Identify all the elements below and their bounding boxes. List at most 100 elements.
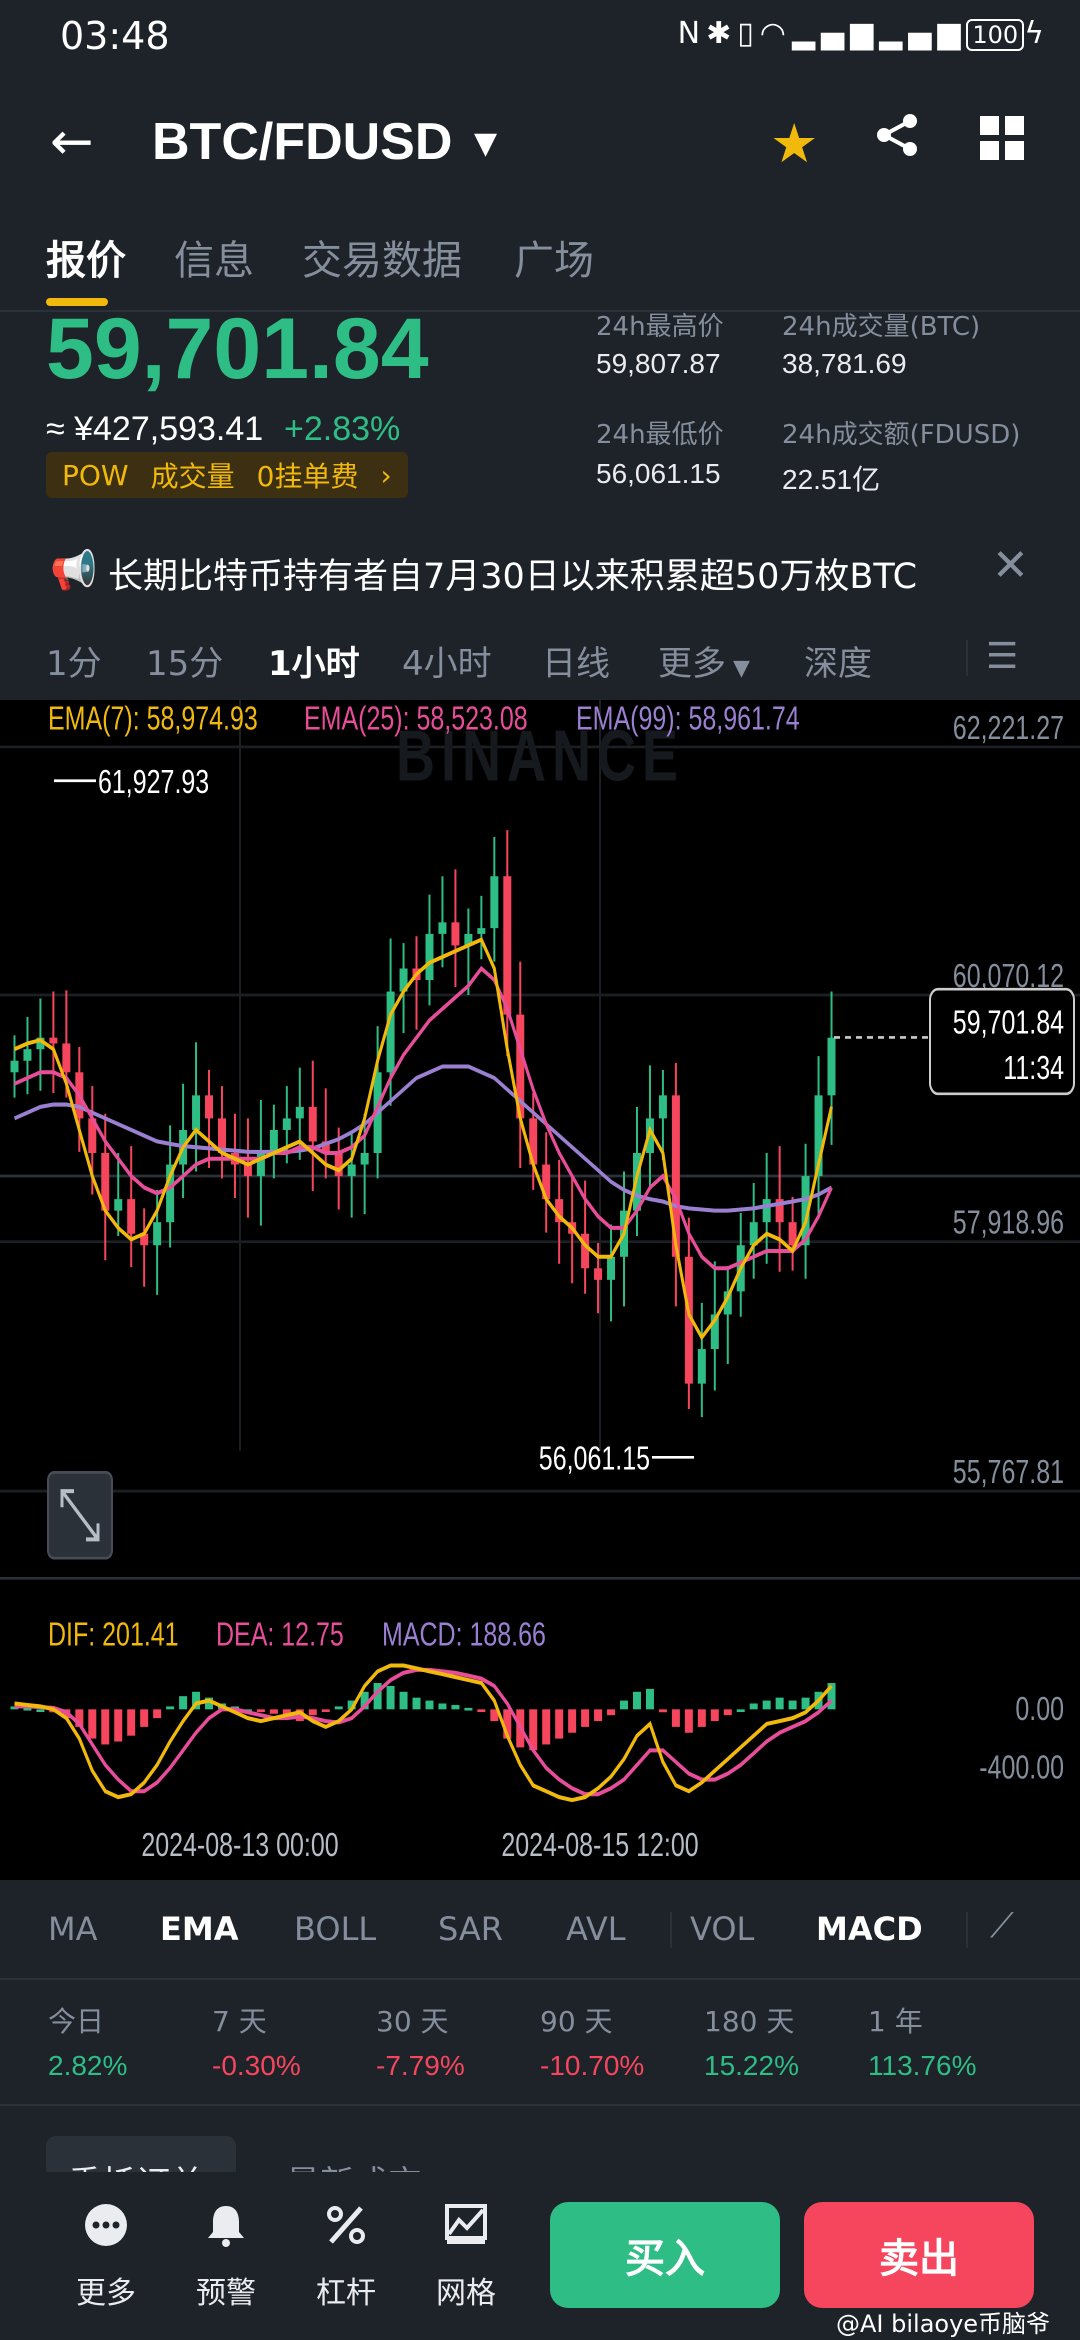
share-icon[interactable] [874, 112, 920, 170]
candle-body [269, 1129, 278, 1153]
macd-bar [645, 1688, 654, 1710]
high-label: 24h最高价 [596, 312, 724, 342]
tab-info[interactable]: 信息 [174, 228, 254, 286]
macd-bar [179, 1696, 188, 1710]
interval-4h[interactable]: 4小时 [402, 636, 492, 685]
tag-list[interactable]: POW 成交量 0挂单费 › [46, 452, 408, 498]
interval-15m[interactable]: 15分 [146, 636, 223, 685]
news-text[interactable]: 长期比特币持有者自7月30日以来积累超50万枚BTC [108, 548, 917, 599]
macd-bar [308, 1709, 317, 1716]
megaphone-icon: 📢 [50, 548, 98, 592]
status-time: 03:48 [60, 14, 170, 58]
divider [966, 640, 968, 676]
leverage-icon[interactable] [316, 2202, 376, 2258]
indicator-ma[interactable]: MA [48, 1910, 98, 1948]
indicator-boll[interactable]: BOLL [294, 1910, 376, 1948]
low-label: 24h最低价 [596, 420, 724, 450]
interval-more[interactable]: 更多 ▼ [658, 636, 750, 685]
indicator-settings-icon[interactable]: ⟋ [990, 1906, 1014, 1946]
interval-1d[interactable]: 日线 [542, 636, 610, 685]
candle-body [697, 1349, 706, 1384]
perf-label: 今日 [48, 2005, 105, 2038]
indicator-ema[interactable]: EMA [160, 1910, 238, 1948]
divider [0, 1978, 1080, 1980]
macd-bar [723, 1709, 732, 1716]
indicator-vol[interactable]: VOL [690, 1910, 754, 1948]
candle-body [658, 1095, 667, 1119]
chart-canvas[interactable]: 62,221.2760,070.1257,918.9655,767.81BINA… [0, 700, 1080, 1880]
nav-more-label[interactable]: 更多 [66, 2268, 146, 2312]
indicator-sar[interactable]: SAR [438, 1910, 503, 1948]
indicator-macd[interactable]: MACD [816, 1910, 923, 1948]
watermark-text: @AI bilaoye币脑爷 [836, 2310, 1051, 2338]
volume-quote-value: 22.51亿 [782, 464, 881, 495]
candle-body [451, 922, 460, 946]
candle-body [192, 1095, 201, 1130]
nav-leverage-label[interactable]: 杠杆 [306, 2268, 386, 2312]
candle-body [594, 1268, 603, 1280]
pair-title[interactable]: BTC/FDUSD [152, 112, 452, 172]
sell-button[interactable]: 卖出 [804, 2202, 1034, 2308]
macd-bar [581, 1709, 590, 1727]
perf-label: 180 天 [704, 2005, 795, 2038]
candle-body [347, 1164, 356, 1177]
divider [0, 2104, 1080, 2106]
candle-body [503, 876, 512, 1015]
dea-label: DEA: 12.75 [216, 1616, 344, 1653]
candle-body [308, 1106, 317, 1142]
countdown: 11:34 [1003, 1050, 1064, 1087]
back-button[interactable]: ← [50, 112, 94, 172]
ema99-line [14, 1064, 833, 1213]
candlestick-chart[interactable]: 62,221.27 60,070.12 57,918.96 55,767.81 BINA… [0, 700, 1080, 1880]
bell-icon[interactable] [196, 2202, 256, 2258]
interval-1m[interactable]: 1分 [46, 636, 102, 685]
macd-bar [671, 1709, 680, 1727]
grid-trading-icon[interactable] [436, 2202, 496, 2258]
y-tick-label: 55,767.81 [953, 1454, 1064, 1491]
chevron-right-icon: › [380, 458, 392, 492]
candle-body [127, 1199, 136, 1234]
macd-bar [749, 1703, 758, 1710]
macd-bar [542, 1709, 551, 1745]
perf-value: -0.30% [212, 2050, 301, 2081]
perf-label: 1 年 [868, 2005, 923, 2038]
buy-button[interactable]: 买入 [550, 2202, 780, 2308]
macd-bar [658, 1709, 667, 1713]
macd-bar [775, 1697, 784, 1710]
tab-trading-data[interactable]: 交易数据 [302, 228, 462, 286]
wifi-icon: ◠ [759, 16, 792, 51]
close-icon[interactable]: ✕ [992, 540, 1029, 591]
chevron-down-icon[interactable]: ▼ [474, 126, 497, 161]
tab-square[interactable]: 广场 [514, 228, 594, 286]
star-icon[interactable]: ★ [770, 112, 818, 175]
divider [670, 1912, 672, 1948]
macd-bar [438, 1703, 447, 1710]
candle-body [607, 1256, 616, 1280]
interval-1h[interactable]: 1小时 [268, 636, 360, 685]
nav-grid-label[interactable]: 网格 [426, 2268, 506, 2312]
candle-body [23, 1049, 32, 1061]
dif-label: DIF: 201.41 [48, 1616, 179, 1653]
macd-bar [762, 1700, 771, 1710]
candle-body [490, 876, 499, 929]
macd-bar [477, 1709, 486, 1713]
price-change: +2.83% [284, 410, 401, 448]
grid-icon[interactable] [980, 116, 1024, 160]
nav-alert-label[interactable]: 预警 [186, 2268, 266, 2312]
tab-quote[interactable]: 报价 [46, 228, 126, 286]
ema25-line [14, 965, 833, 1271]
macd-bar [256, 1709, 265, 1713]
macd-bar [114, 1709, 123, 1742]
candle-body [295, 1106, 304, 1119]
chart-settings-icon[interactable]: ☰ [986, 636, 1018, 677]
candle-body [386, 991, 395, 1073]
candle-body [360, 1153, 369, 1165]
macd-bar [334, 1706, 343, 1710]
more-icon[interactable] [76, 2202, 136, 2258]
perf-label: 30 天 [376, 2005, 449, 2038]
interval-depth[interactable]: 深度 [804, 636, 872, 685]
indicator-avl[interactable]: AVL [566, 1910, 626, 1948]
ema25-label: EMA(25): 58,523.08 [304, 700, 528, 737]
macd-y-tick: -400.00 [979, 1749, 1064, 1786]
macd-bar [321, 1709, 330, 1713]
